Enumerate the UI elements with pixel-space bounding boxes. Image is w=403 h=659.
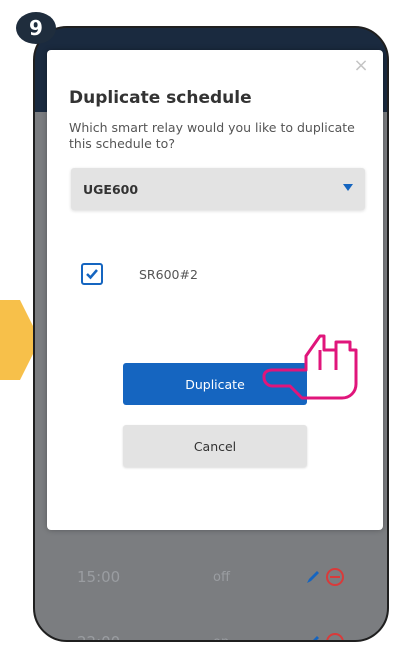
duplicate-schedule-dialog: × Duplicate schedule Which smart relay w… [47, 50, 383, 530]
relay-option-label: SR600#2 [139, 266, 198, 282]
checkmark-icon [86, 269, 98, 280]
minus-circle-icon[interactable] [325, 632, 345, 642]
schedule-time: 22:00 [77, 633, 121, 642]
pencil-icon[interactable] [305, 634, 321, 642]
relay-option: SR600#2 [81, 262, 198, 286]
pointing-hand-icon [262, 334, 358, 400]
schedule-state: on [213, 634, 230, 642]
schedule-row: 15:00 off [35, 552, 387, 602]
relay-checkbox[interactable] [81, 263, 103, 285]
dialog-title: Duplicate schedule [69, 88, 252, 108]
minus-circle-icon[interactable] [325, 567, 345, 587]
cancel-button[interactable]: Cancel [123, 425, 307, 467]
close-icon[interactable]: × [351, 56, 371, 76]
dialog-description: Which smart relay would you like to dupl… [69, 120, 355, 151]
schedule-time: 15:00 [77, 568, 121, 586]
chevron-down-icon [343, 184, 353, 191]
schedule-row: 22:00 on [35, 617, 387, 642]
relay-select-value: UGE600 [83, 181, 139, 197]
relay-select[interactable]: UGE600 [71, 168, 365, 210]
pencil-icon[interactable] [305, 569, 321, 585]
schedule-state: off [213, 569, 230, 585]
step-number-badge: 9 [16, 12, 56, 44]
